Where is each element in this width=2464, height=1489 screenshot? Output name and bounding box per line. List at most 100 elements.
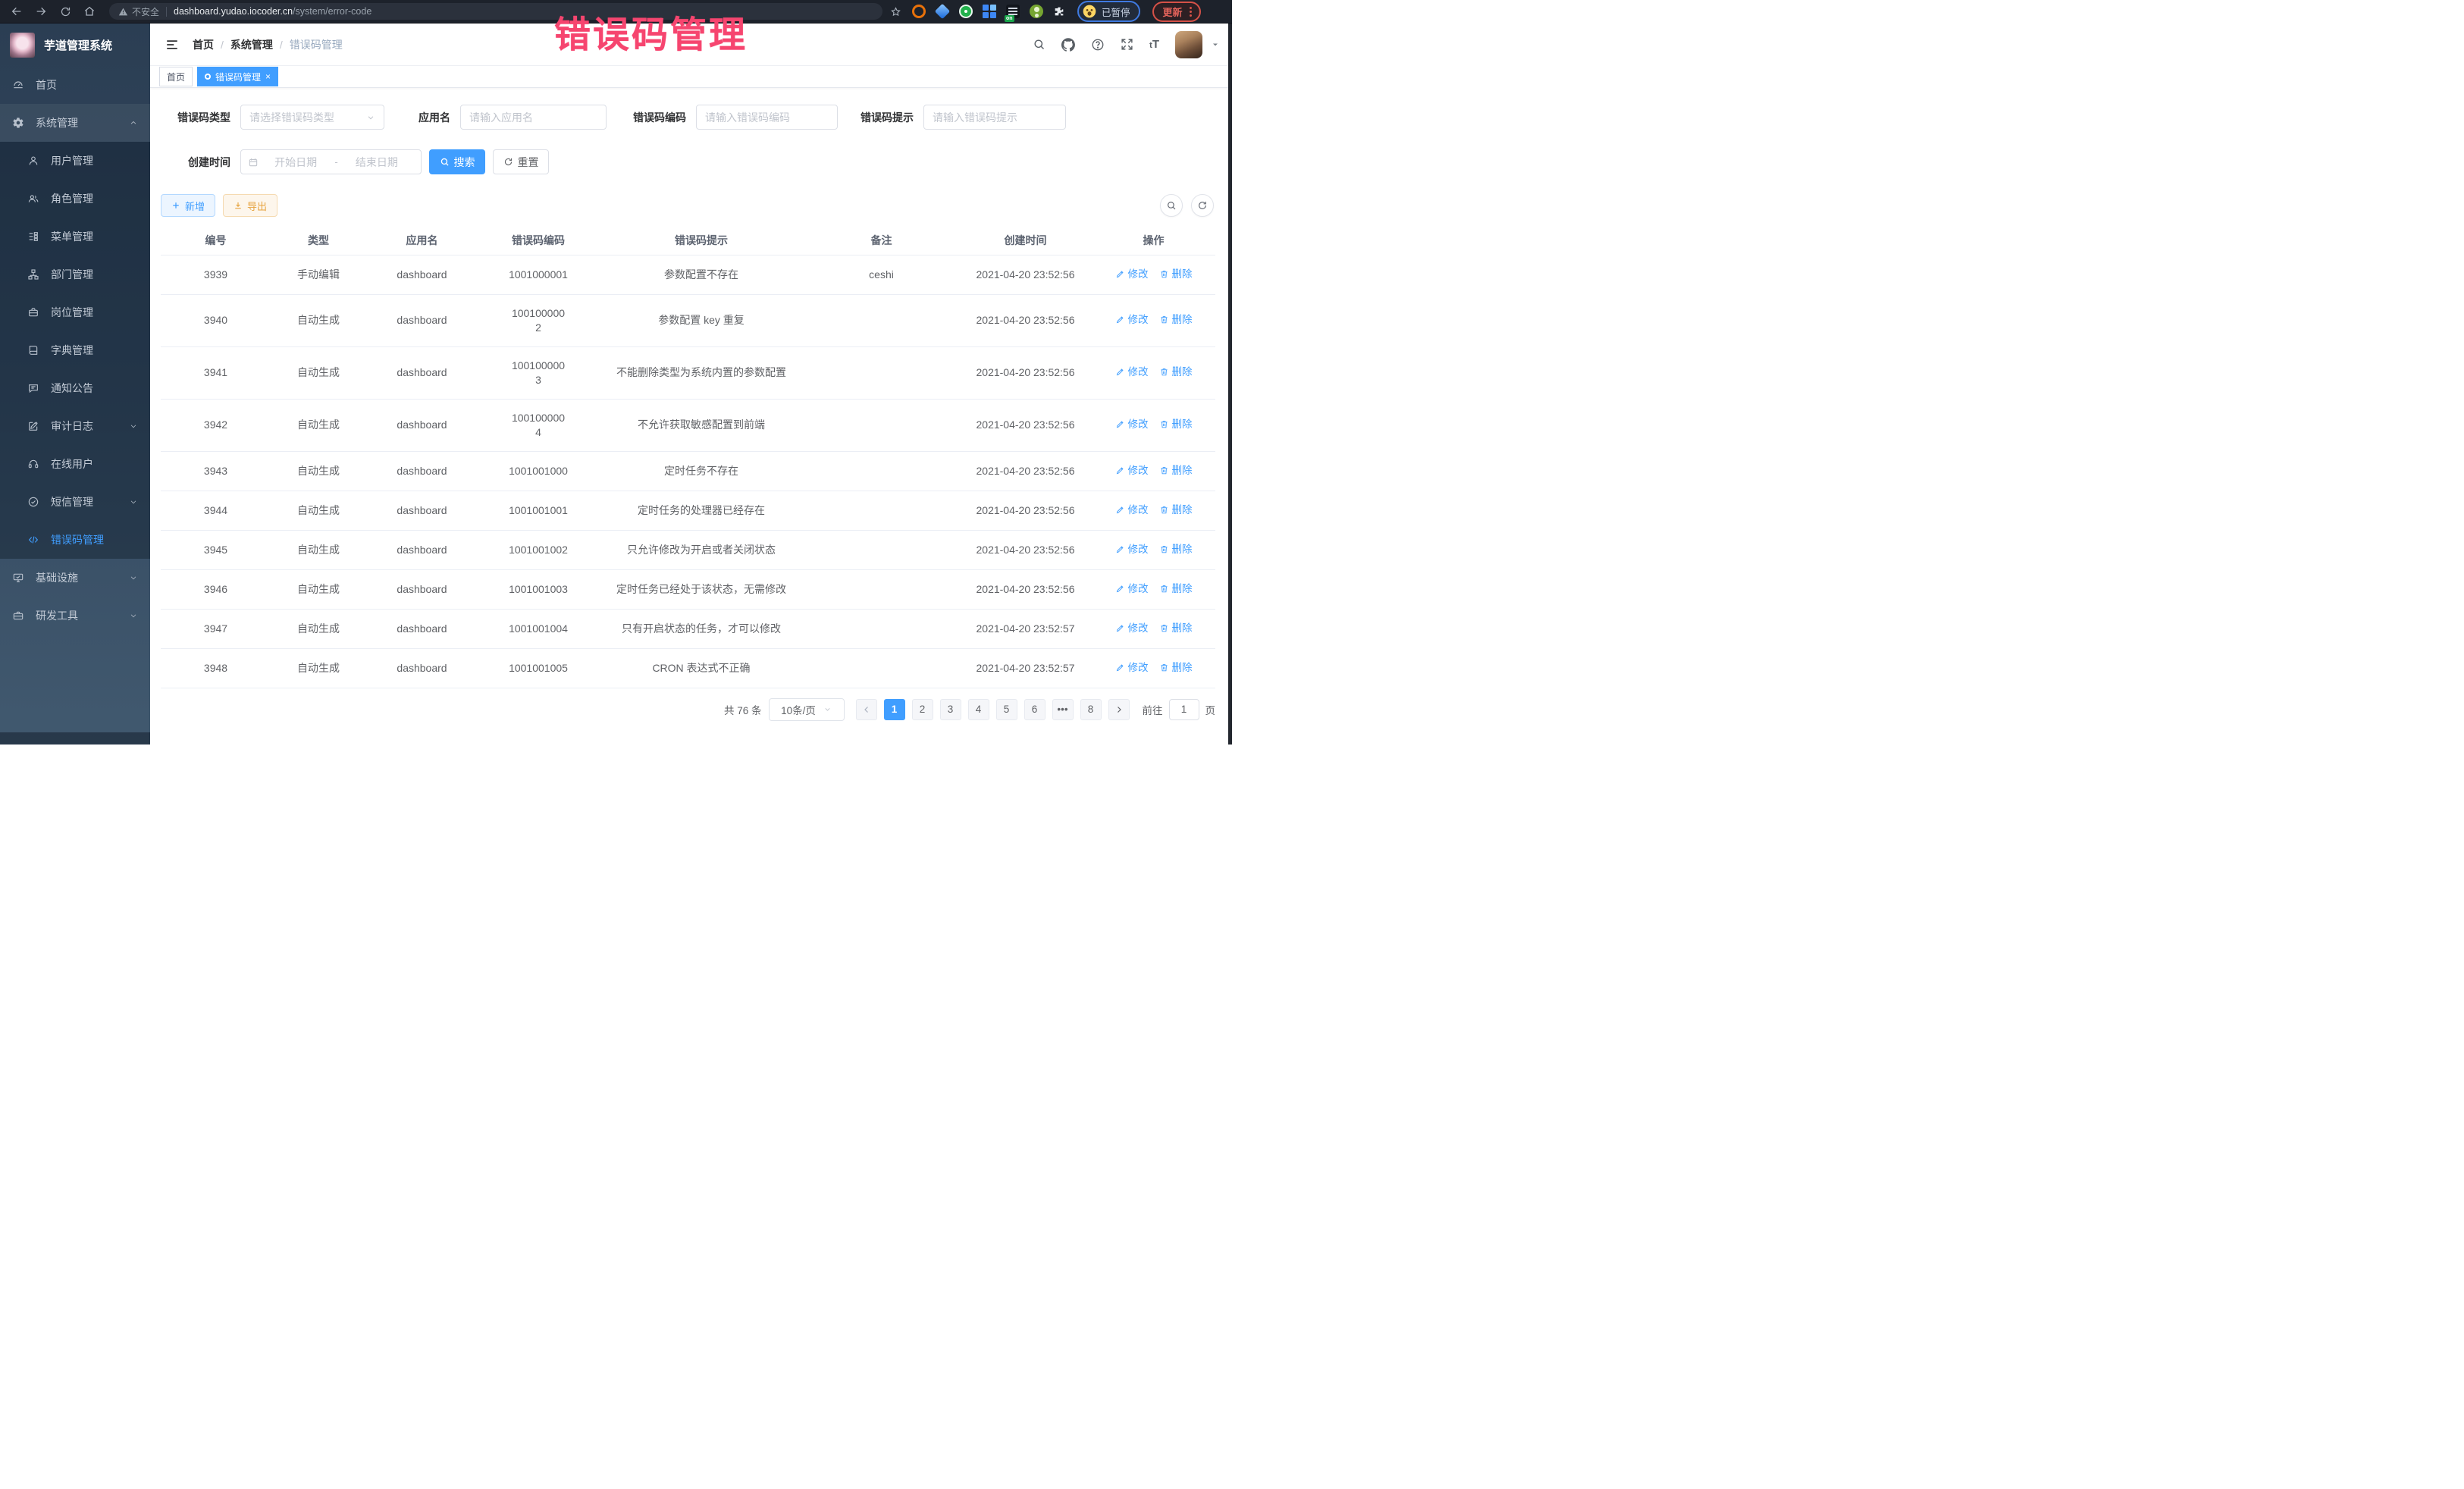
extension-person-icon[interactable] — [1030, 5, 1043, 18]
sidebar-item-post[interactable]: 岗位管理 — [0, 293, 150, 331]
error-type-select[interactable] — [240, 105, 384, 130]
app-name-input[interactable] — [469, 111, 597, 124]
sidebar-item-system[interactable]: 系统管理 — [0, 104, 150, 142]
error-code-input[interactable] — [705, 111, 829, 124]
header-search-icon[interactable] — [1033, 38, 1045, 51]
breadcrumb-system[interactable]: 系统管理 — [230, 37, 273, 52]
tab-error-code[interactable]: 错误码管理 × — [197, 67, 278, 86]
delete-link[interactable]: 删除 — [1159, 503, 1193, 517]
browser-forward-button[interactable] — [32, 2, 50, 20]
page-ellipsis-button[interactable]: ••• — [1052, 699, 1074, 720]
edit-link[interactable]: 修改 — [1115, 621, 1149, 635]
page-button[interactable]: 4 — [968, 699, 989, 720]
sidebar-item-notice[interactable]: 通知公告 — [0, 369, 150, 407]
extension-green-circle-icon[interactable] — [959, 5, 973, 18]
page-button-active[interactable]: 1 — [884, 699, 905, 720]
extension-blue-gem-icon[interactable] — [935, 4, 950, 19]
edit-link[interactable]: 修改 — [1115, 417, 1149, 431]
app-logo-row[interactable]: 芋道管理系统 — [0, 24, 150, 66]
top-navbar: 首页 / 系统管理 / 错误码管理 t — [150, 24, 1232, 66]
browser-profile-chip[interactable]: 已暂停 — [1077, 1, 1140, 22]
date-end-placeholder[interactable]: 结束日期 — [340, 155, 414, 170]
reset-button[interactable]: 重置 — [493, 149, 549, 174]
page-button[interactable]: 5 — [996, 699, 1017, 720]
browser-update-button[interactable]: 更新 — [1152, 2, 1201, 22]
sidebar-item-home[interactable]: 首页 — [0, 66, 150, 104]
github-icon[interactable] — [1061, 38, 1075, 52]
page-button[interactable]: 3 — [940, 699, 961, 720]
edit-link[interactable]: 修改 — [1115, 365, 1149, 379]
delete-link[interactable]: 删除 — [1159, 463, 1193, 478]
extension-orange-ring-icon[interactable] — [912, 5, 926, 18]
sidebar-collapse-button[interactable] — [162, 35, 182, 55]
tab-home[interactable]: 首页 — [159, 67, 193, 86]
page-url[interactable]: dashboard.yudao.iocoder.cn/system/error-… — [174, 6, 371, 17]
font-size-icon[interactable]: tT — [1149, 38, 1159, 51]
help-icon[interactable] — [1091, 38, 1105, 52]
edit-link[interactable]: 修改 — [1115, 267, 1149, 281]
browser-home-button[interactable] — [80, 2, 99, 20]
prev-page-button[interactable] — [856, 699, 877, 720]
error-type-select-input[interactable] — [249, 111, 366, 124]
search-button[interactable]: 搜索 — [429, 149, 485, 174]
app-name-field[interactable] — [460, 105, 607, 130]
toggle-search-button[interactable] — [1160, 194, 1183, 217]
bookmark-star-icon[interactable] — [890, 6, 901, 17]
extensions-puzzle-icon[interactable] — [1053, 5, 1065, 17]
sidebar-item-dict[interactable]: 字典管理 — [0, 331, 150, 369]
sidebar-item-infra[interactable]: 基础设施 — [0, 559, 150, 597]
sidebar-item-menu[interactable]: 菜单管理 — [0, 218, 150, 255]
user-avatar[interactable] — [1175, 31, 1202, 58]
page-button[interactable]: 8 — [1080, 699, 1102, 720]
delete-link[interactable]: 删除 — [1159, 621, 1193, 635]
plus-icon — [171, 201, 180, 210]
date-range-picker[interactable]: 开始日期 - 结束日期 — [240, 149, 422, 174]
delete-link[interactable]: 删除 — [1159, 542, 1193, 556]
delete-link[interactable]: 删除 — [1159, 365, 1193, 379]
browser-menu-kebab-icon[interactable] — [1188, 5, 1193, 18]
date-start-placeholder[interactable]: 开始日期 — [259, 155, 333, 170]
delete-link[interactable]: 删除 — [1159, 417, 1193, 431]
delete-link[interactable]: 删除 — [1159, 660, 1193, 675]
delete-link[interactable]: 删除 — [1159, 267, 1193, 281]
add-button[interactable]: 新增 — [161, 194, 215, 217]
cell-remark — [804, 648, 959, 688]
edit-link[interactable]: 修改 — [1115, 312, 1149, 327]
sidebar-item-user[interactable]: 用户管理 — [0, 142, 150, 180]
extension-list-icon[interactable]: on — [1006, 5, 1020, 18]
page-button[interactable]: 2 — [912, 699, 933, 720]
edit-link[interactable]: 修改 — [1115, 581, 1149, 596]
sidebar-item-sms[interactable]: 短信管理 — [0, 483, 150, 521]
window-scrollbar-edge[interactable] — [1228, 24, 1232, 744]
avatar-caret-down-icon[interactable] — [1211, 40, 1220, 49]
fullscreen-icon[interactable] — [1121, 38, 1133, 51]
delete-link[interactable]: 删除 — [1159, 312, 1193, 327]
page-button[interactable]: 6 — [1024, 699, 1045, 720]
sidebar-item-dept[interactable]: 部门管理 — [0, 255, 150, 293]
next-page-button[interactable] — [1108, 699, 1130, 720]
sidebar-item-dev-tools[interactable]: 研发工具 — [0, 597, 150, 635]
security-label[interactable]: 不安全 — [132, 5, 159, 18]
error-code-field[interactable] — [696, 105, 838, 130]
edit-link[interactable]: 修改 — [1115, 542, 1149, 556]
address-bar[interactable]: 不安全 dashboard.yudao.iocoder.cn/system/er… — [109, 3, 882, 20]
error-hint-field[interactable] — [923, 105, 1066, 130]
error-hint-input[interactable] — [933, 111, 1057, 124]
goto-page-input[interactable] — [1169, 699, 1199, 720]
sidebar-item-error-code[interactable]: 错误码管理 — [0, 521, 150, 559]
delete-link[interactable]: 删除 — [1159, 581, 1193, 596]
browser-back-button[interactable] — [8, 2, 26, 20]
browser-reload-button[interactable] — [56, 2, 74, 20]
edit-link[interactable]: 修改 — [1115, 463, 1149, 478]
refresh-table-button[interactable] — [1191, 194, 1214, 217]
sidebar-item-online-user[interactable]: 在线用户 — [0, 445, 150, 483]
page-size-select[interactable]: 10条/页 — [769, 698, 845, 721]
tab-close-icon[interactable]: × — [265, 72, 271, 81]
breadcrumb-home[interactable]: 首页 — [193, 37, 214, 52]
edit-link[interactable]: 修改 — [1115, 660, 1149, 675]
extension-grid-icon[interactable] — [983, 5, 996, 18]
export-button[interactable]: 导出 — [223, 194, 277, 217]
sidebar-item-audit-log[interactable]: 审计日志 — [0, 407, 150, 445]
edit-link[interactable]: 修改 — [1115, 503, 1149, 517]
sidebar-item-role[interactable]: 角色管理 — [0, 180, 150, 218]
